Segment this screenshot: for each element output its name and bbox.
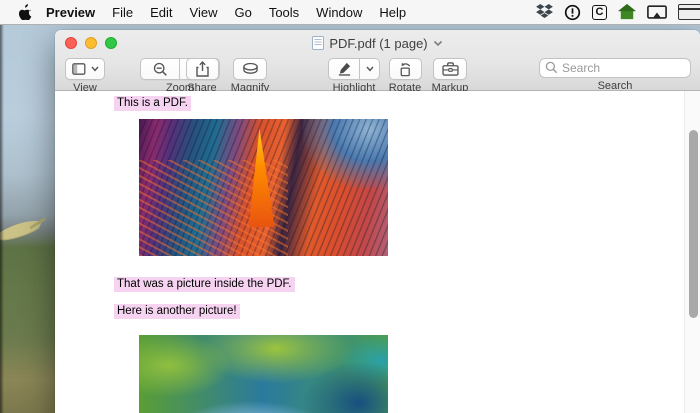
- alert-circle-icon[interactable]: [564, 4, 581, 21]
- pdf-text-line: Here is another picture!: [114, 305, 240, 317]
- highlight-group: Highlight: [325, 58, 383, 94]
- vertical-scrollbar[interactable]: [684, 91, 700, 413]
- rotate-button[interactable]: [389, 58, 422, 80]
- view-button[interactable]: [65, 58, 105, 80]
- markup-toolbox-icon: [442, 62, 459, 76]
- menu-go[interactable]: Go: [234, 5, 251, 20]
- menu-bar: Preview File Edit View Go Tools Window H…: [0, 0, 700, 25]
- pdf-document-area[interactable]: This is a PDF. That was a picture inside…: [55, 91, 700, 413]
- c-badge-icon[interactable]: C: [592, 5, 607, 20]
- share-group: Share: [182, 58, 222, 94]
- chevron-down-icon: [91, 66, 99, 72]
- menu-window[interactable]: Window: [316, 5, 362, 20]
- zoom-out-button[interactable]: [140, 58, 180, 80]
- home-icon[interactable]: [618, 4, 636, 20]
- share-icon: [196, 61, 209, 77]
- magnify-loupe-icon: [242, 62, 259, 76]
- menu-file[interactable]: File: [112, 5, 133, 20]
- pdf-image-marble-paint: [139, 335, 388, 413]
- search-input[interactable]: [539, 58, 691, 78]
- magnify-group: Magnify: [221, 58, 279, 94]
- highlighted-text: That was a picture inside the PDF.: [114, 277, 295, 292]
- pdf-text-line: This is a PDF.: [114, 97, 191, 109]
- title-bar[interactable]: PDF.pdf (1 page): [55, 30, 700, 56]
- menu-app-preview[interactable]: Preview: [46, 5, 95, 20]
- apple-menu-icon[interactable]: [18, 4, 32, 20]
- rotate-left-icon: [397, 62, 413, 77]
- menu-tools[interactable]: Tools: [269, 5, 299, 20]
- highlighted-text: Here is another picture!: [114, 304, 240, 319]
- wheat-stalk-decor: [0, 217, 43, 243]
- highlight-button[interactable]: [328, 58, 360, 80]
- menu-edit[interactable]: Edit: [150, 5, 172, 20]
- app-window-icon[interactable]: [678, 4, 692, 20]
- pdf-image-abstract-waves: [139, 119, 388, 256]
- dropbox-icon[interactable]: [536, 4, 553, 20]
- pdf-text-line: That was a picture inside the PDF.: [114, 278, 295, 290]
- highlighted-text: This is a PDF.: [114, 96, 191, 111]
- display-mirroring-icon[interactable]: [647, 5, 667, 20]
- view-group: View: [61, 58, 109, 94]
- search-icon: [545, 61, 558, 74]
- sidebar-view-icon: [72, 63, 88, 76]
- chevron-down-icon: [366, 66, 374, 72]
- magnify-button[interactable]: [233, 58, 267, 80]
- menubar-status-icons: C: [536, 4, 692, 21]
- markup-button[interactable]: [433, 58, 467, 80]
- search-group: Search: [539, 58, 691, 92]
- toolbar: View Zoom Share: [55, 56, 700, 91]
- markup-group: Markup: [427, 58, 473, 94]
- window-header: PDF.pdf (1 page) View: [55, 30, 700, 91]
- scrollbar-thumb[interactable]: [689, 130, 698, 318]
- title-chevron-down-icon[interactable]: [433, 40, 443, 47]
- zoom-out-icon: [153, 62, 168, 77]
- preview-window: PDF.pdf (1 page) View: [55, 30, 700, 413]
- screen-edge-shade: [0, 0, 4, 413]
- highlighter-pen-icon: [337, 62, 352, 76]
- menu-help[interactable]: Help: [379, 5, 406, 20]
- window-title: PDF.pdf (1 page): [329, 36, 427, 51]
- share-button[interactable]: [186, 58, 219, 80]
- document-icon: [312, 36, 324, 50]
- window-title-area: PDF.pdf (1 page): [55, 30, 700, 56]
- highlight-dropdown-button[interactable]: [360, 58, 380, 80]
- menu-view[interactable]: View: [190, 5, 218, 20]
- rotate-group: Rotate: [384, 58, 426, 94]
